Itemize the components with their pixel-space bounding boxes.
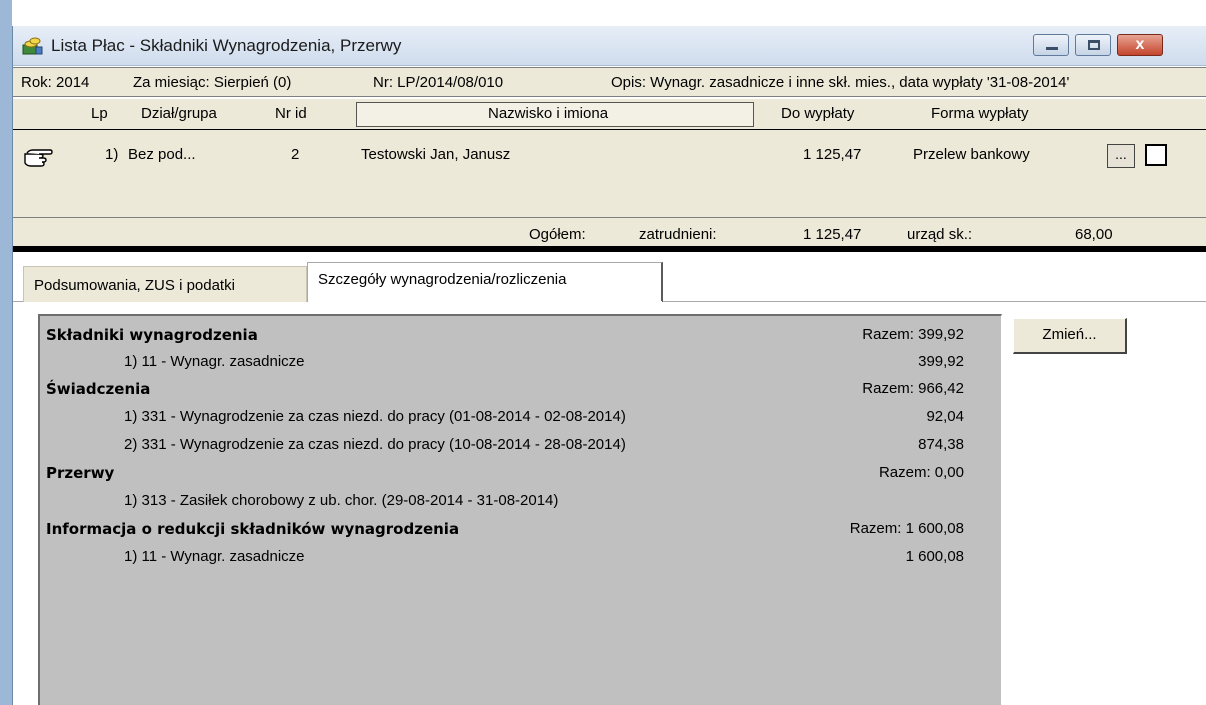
desktop-edge: [0, 0, 12, 705]
col-dzial[interactable]: Dział/grupa: [141, 105, 217, 122]
title-bar[interactable]: Lista Płac - Składniki Wynagrodzenia, Pr…: [13, 26, 1206, 66]
item-amount: 1 600,08: [905, 548, 964, 565]
active-tab-gap: [308, 301, 662, 302]
row-checkbox[interactable]: [1145, 144, 1167, 166]
employees-total: 1 125,47: [803, 226, 862, 243]
hand-pointer-icon: [24, 149, 53, 167]
list-item[interactable]: 1) 11 - Wynagr. zasadnicze 399,92: [40, 351, 1000, 375]
col-nazwisko[interactable]: Nazwisko i imiona: [488, 105, 608, 122]
window-title: Lista Płac - Składniki Wynagrodzenia, Pr…: [51, 36, 402, 55]
payroll-info-bar: Rok: 2014 Za miesiąc: Sierpień (0) Nr: L…: [13, 67, 1206, 97]
employee-grid: Lp Dział/grupa Nr id Nazwisko i imiona D…: [13, 99, 1206, 249]
list-item[interactable]: 1) 313 - Zasiłek chorobowy z ub. chor. (…: [40, 490, 1000, 514]
month-label: Za miesiąc: Sierpień (0): [133, 74, 292, 91]
list-item[interactable]: 2) 331 - Wynagrodzenie za czas niezd. do…: [40, 434, 1000, 458]
section-header: Informacja o redukcji składników wynagro…: [40, 518, 1000, 542]
col-dowyplaty[interactable]: Do wypłaty: [781, 105, 854, 122]
section-total: Razem: 0,00: [878, 464, 964, 481]
row-dzial: Bez pod...: [128, 146, 196, 163]
row-nrid: 2: [291, 146, 300, 163]
item-text: 1) 11 - Wynagr. zasadnicze: [124, 353, 305, 370]
item-text: 2) 331 - Wynagrodzenie za czas niezd. do…: [124, 436, 626, 453]
col-nrid[interactable]: Nr id: [275, 105, 307, 122]
payment-details-button[interactable]: ...: [1107, 144, 1135, 168]
change-button[interactable]: Zmień...: [1013, 318, 1127, 354]
section-total: Razem: 1 600,08: [849, 520, 964, 537]
item-amount: 92,04: [926, 408, 964, 425]
tax-office-total: 68,00: [1075, 226, 1113, 243]
description-label: Opis: Wynagr. zasadnicze i inne skł. mie…: [611, 74, 1070, 91]
close-button[interactable]: x: [1117, 34, 1163, 56]
number-label: Nr: LP/2014/08/010: [373, 74, 504, 91]
close-icon: x: [1135, 36, 1145, 53]
section-total: Razem: 399,92: [862, 326, 964, 343]
list-item[interactable]: 1) 11 - Wynagr. zasadnicze 1 600,08: [40, 546, 1000, 570]
total-label: Ogółem:: [529, 226, 586, 243]
item-text: 1) 11 - Wynagr. zasadnicze: [124, 548, 305, 565]
payroll-app-icon: [22, 37, 43, 55]
row-lp: 1): [105, 146, 119, 163]
year-label: Rok: 2014: [21, 74, 90, 91]
col-lp[interactable]: Lp: [91, 105, 108, 122]
tab-details[interactable]: Szczegóły wynagrodzenia/rozliczenia: [307, 262, 663, 302]
grid-header: Lp Dział/grupa Nr id Nazwisko i imiona D…: [13, 99, 1206, 130]
section-header: Składniki wynagrodzenia Razem: 399,92: [40, 324, 1000, 348]
section-header: Świadczenia Razem: 966,42: [40, 378, 1000, 402]
tab-summary[interactable]: Podsumowania, ZUS i podatki: [23, 266, 307, 302]
tax-office-label: urząd sk.:: [907, 226, 973, 243]
payroll-window: Lista Płac - Składniki Wynagrodzenia, Pr…: [12, 26, 1206, 705]
item-text: 1) 313 - Zasiłek chorobowy z ub. chor. (…: [124, 492, 559, 509]
item-text: 1) 331 - Wynagrodzenie za czas niezd. do…: [124, 408, 626, 425]
minimize-button[interactable]: [1033, 34, 1069, 56]
item-amount: 399,92: [918, 353, 964, 370]
tabs-area: Podsumowania, ZUS i podatki Szczegóły wy…: [13, 252, 1206, 705]
details-panel: Składniki wynagrodzenia Razem: 399,92 1)…: [38, 314, 1002, 705]
item-amount: 874,38: [918, 436, 964, 453]
row-dowyplaty: 1 125,47: [803, 146, 862, 163]
row-forma: Przelew bankowy: [913, 146, 1030, 163]
employees-label: zatrudnieni:: [639, 226, 717, 243]
section-title: Składniki wynagrodzenia: [46, 326, 258, 344]
section-title: Świadczenia: [46, 380, 151, 398]
section-total: Razem: 966,42: [862, 380, 964, 397]
row-nazwisko: Testowski Jan, Janusz: [361, 146, 511, 163]
maximize-icon: [1088, 40, 1100, 50]
section-header: Przerwy Razem: 0,00: [40, 462, 1000, 486]
list-item[interactable]: 1) 331 - Wynagrodzenie za czas niezd. do…: [40, 406, 1000, 430]
totals-row: Ogółem: zatrudnieni: 1 125,47 urząd sk.:…: [13, 217, 1206, 249]
section-title: Informacja o redukcji składników wynagro…: [46, 520, 460, 538]
maximize-button[interactable]: [1075, 34, 1111, 56]
col-forma[interactable]: Forma wypłaty: [931, 105, 1029, 122]
section-title: Przerwy: [46, 464, 115, 482]
minimize-icon: [1046, 47, 1058, 50]
